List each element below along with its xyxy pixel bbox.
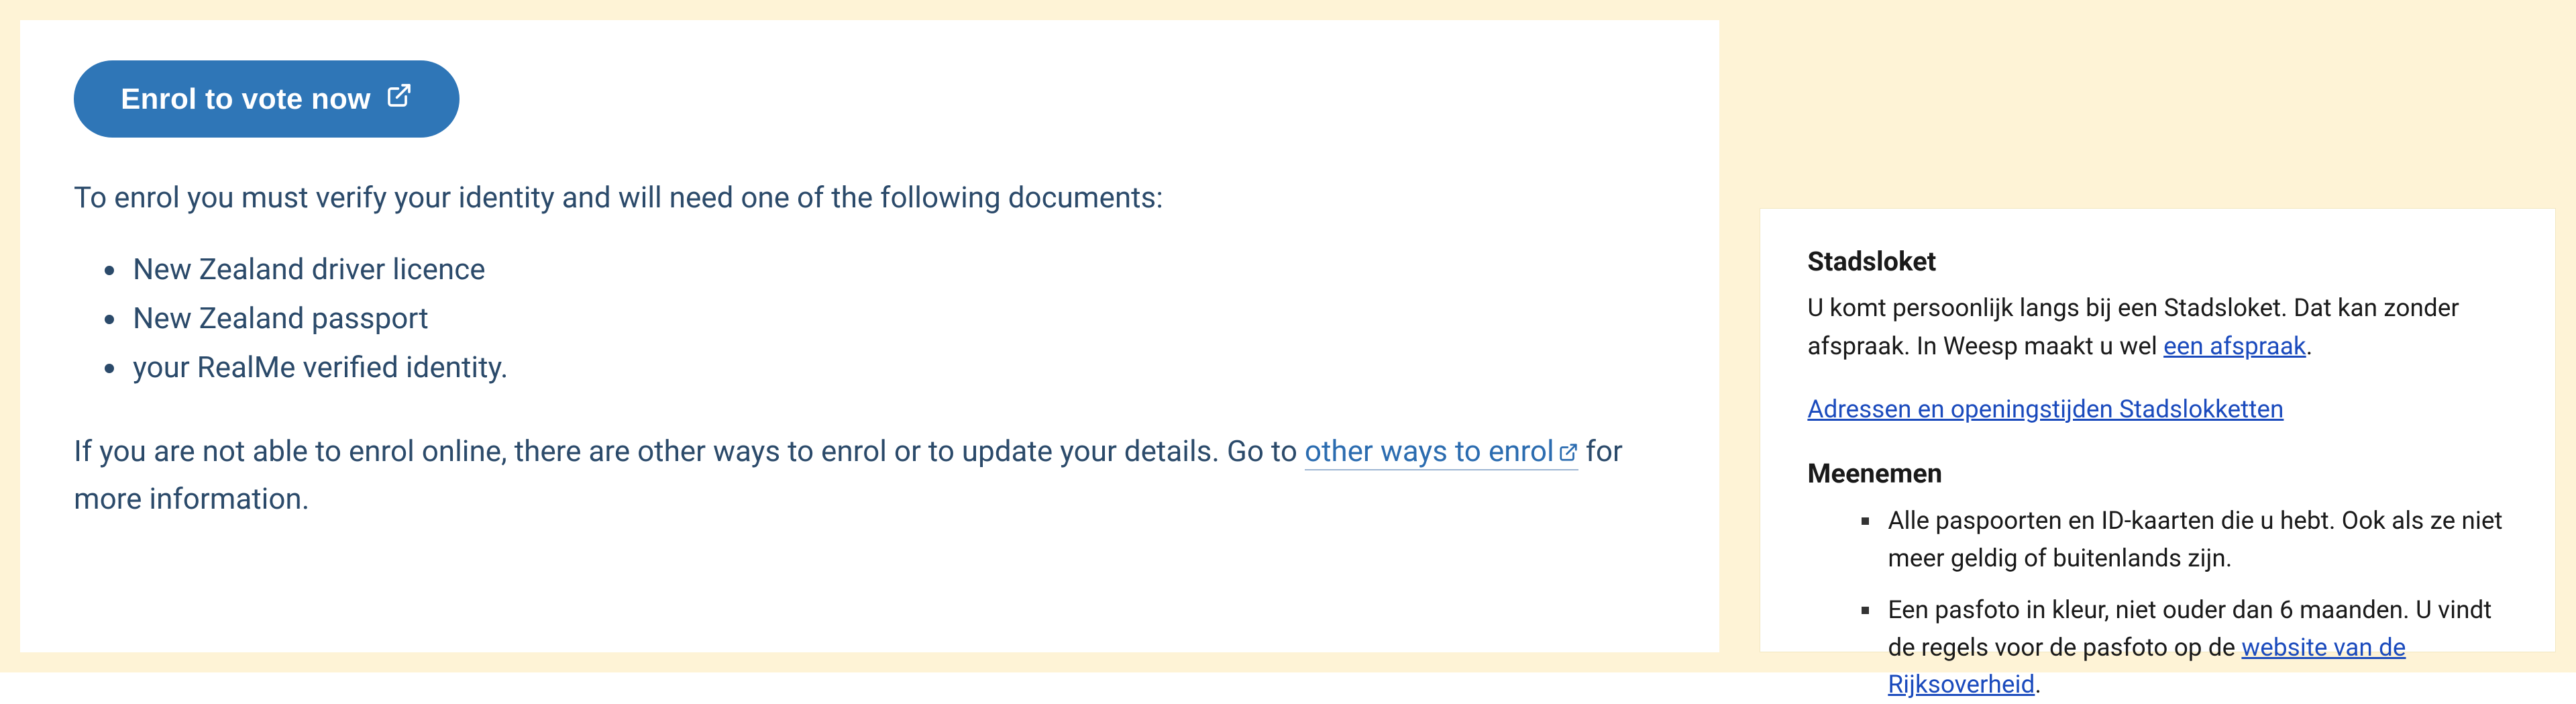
list-item: Een pasfoto in kleur, niet ouder dan 6 m… xyxy=(1881,592,2508,704)
external-link-icon xyxy=(1554,434,1578,468)
enrol-tail-pre: If you are not able to enrol online, the… xyxy=(74,434,1305,468)
list-item: your RealMe verified identity. xyxy=(127,343,1666,392)
enrol-intro: To enrol you must verify your identity a… xyxy=(74,174,1666,221)
list-item: Alle paspoorten en ID-kaarten die u hebt… xyxy=(1881,503,2508,577)
stadsloket-card: Stadsloket U komt persoonlijk langs bij … xyxy=(1760,208,2556,652)
enrol-tail: If you are not able to enrol online, the… xyxy=(74,428,1666,522)
meenemen-list: Alle paspoorten en ID-kaarten die u hebt… xyxy=(1807,503,2508,704)
page-outer: Enrol to vote now To enrol you must veri… xyxy=(0,0,2576,672)
item-pre: Alle paspoorten en ID-kaarten die u hebt… xyxy=(1888,507,2502,573)
locations-link[interactable]: Adressen en openingstijden Stadslokkette… xyxy=(1807,395,2284,424)
document-list: New Zealand driver licence New Zealand p… xyxy=(74,245,1666,391)
stadsloket-para: U komt persoonlijk langs bij een Stadslo… xyxy=(1807,289,2508,366)
list-item: New Zealand passport xyxy=(127,294,1666,343)
meenemen-heading: Meenemen xyxy=(1807,453,2508,495)
afspraak-link[interactable]: een afspraak xyxy=(2163,332,2306,361)
stadsloket-heading: Stadsloket xyxy=(1807,241,2508,283)
list-item: New Zealand driver licence xyxy=(127,245,1666,294)
enrol-now-button[interactable]: Enrol to vote now xyxy=(74,60,460,138)
stadsloket-para-pre: U komt persoonlijk langs bij een Stadslo… xyxy=(1807,294,2459,361)
external-link-icon xyxy=(386,82,413,116)
enrol-panel: Enrol to vote now To enrol you must veri… xyxy=(20,20,1719,652)
other-ways-link[interactable]: other ways to enrol xyxy=(1305,434,1578,470)
enrol-now-label: Enrol to vote now xyxy=(121,83,371,116)
stadsloket-panel-wrap: Stadsloket U komt persoonlijk langs bij … xyxy=(1760,20,2556,652)
item-post: . xyxy=(2035,670,2041,699)
locations-line: Adressen en openingstijden Stadslokkette… xyxy=(1807,391,2508,429)
stadsloket-para-post: . xyxy=(2306,332,2313,361)
